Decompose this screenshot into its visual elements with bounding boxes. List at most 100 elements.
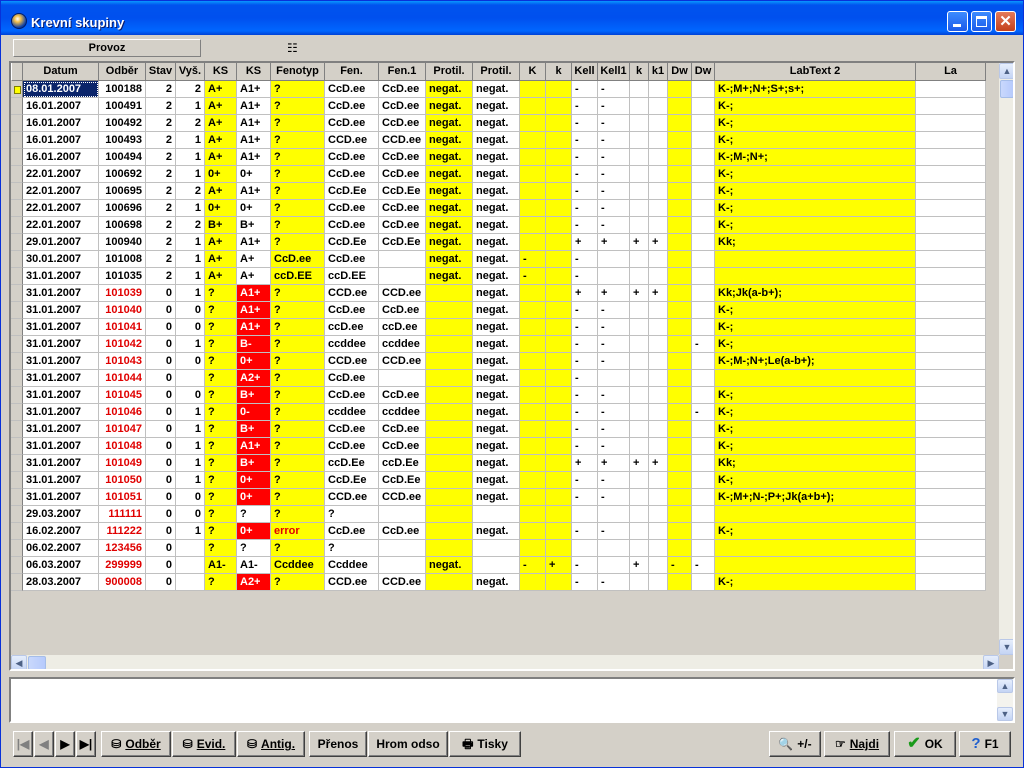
grid-cell[interactable]: CCD.ee (325, 132, 379, 149)
grid-cell[interactable]: 16.01.2007 (23, 115, 99, 132)
grid-cell[interactable]: 100188 (99, 81, 146, 98)
grid-cell[interactable]: ? (205, 472, 237, 489)
row-indicator[interactable] (11, 455, 23, 472)
grid-cell[interactable] (692, 302, 715, 319)
grid-cell[interactable]: negat. (426, 200, 473, 217)
grid-cell[interactable] (692, 438, 715, 455)
grid-cell[interactable]: K-; (715, 574, 916, 591)
grid-cell[interactable]: - (692, 404, 715, 421)
last-record-button[interactable]: ▶| (76, 731, 96, 757)
tisky-button[interactable]: 🖶 Tisky (449, 731, 521, 757)
grid-cell[interactable]: - (598, 200, 630, 217)
grid-cell[interactable] (520, 455, 546, 472)
column-header[interactable]: k1 (649, 63, 668, 81)
grid-cell[interactable] (520, 523, 546, 540)
grid-cell[interactable]: - (572, 353, 598, 370)
grid-cell[interactable] (649, 302, 668, 319)
grid-cell[interactable] (692, 506, 715, 523)
grid-cell[interactable]: + (572, 455, 598, 472)
grid-cell[interactable]: ? (271, 149, 325, 166)
grid-cell[interactable]: 1 (176, 268, 205, 285)
grid-cell[interactable]: ? (271, 370, 325, 387)
grid-cell[interactable] (379, 540, 426, 557)
grid-cell[interactable]: 22.01.2007 (23, 217, 99, 234)
grid-cell[interactable] (426, 404, 473, 421)
grid-cell[interactable]: 2 (146, 183, 176, 200)
grid-cell[interactable] (546, 149, 572, 166)
grid-cell[interactable]: + (649, 234, 668, 251)
zoom-button[interactable]: 🔍 +/- (769, 731, 821, 757)
grid-cell[interactable]: 101048 (99, 438, 146, 455)
grid-cell[interactable]: 0 (146, 489, 176, 506)
grid-cell[interactable]: negat. (473, 523, 520, 540)
grid-cell[interactable]: CcD.ee (379, 98, 426, 115)
grid-cell[interactable]: 1 (176, 149, 205, 166)
grid-cell[interactable]: CcD.ee (325, 438, 379, 455)
column-header[interactable]: Protil. (426, 63, 473, 81)
horizontal-scroll-thumb[interactable] (28, 656, 46, 669)
grid-cell[interactable] (916, 217, 986, 234)
grid-cell[interactable]: K-;M-;N+; (715, 149, 916, 166)
table-row[interactable]: 08.01.2007 100188 2 2 A+ A1+? CcD.ee CcD.ee nega… (11, 81, 999, 98)
grid-cell[interactable] (668, 574, 692, 591)
grid-cell[interactable]: negat. (473, 183, 520, 200)
grid-cell[interactable] (692, 115, 715, 132)
grid-cell[interactable]: negat. (473, 421, 520, 438)
grid-cell[interactable] (546, 98, 572, 115)
column-header[interactable]: Dw (692, 63, 715, 81)
grid-cell[interactable] (473, 557, 520, 574)
grid-cell[interactable] (426, 421, 473, 438)
grid-cell[interactable]: 101040 (99, 302, 146, 319)
grid-cell[interactable]: 2 (176, 81, 205, 98)
grid-cell[interactable]: 0 (146, 455, 176, 472)
grid-cell[interactable]: negat. (473, 455, 520, 472)
grid-cell[interactable] (649, 472, 668, 489)
table-row[interactable]: 31.01.2007 101042 0 1? B-? ccddee ccddee negat.… (11, 336, 999, 353)
grid-cell[interactable]: K-; (715, 183, 916, 200)
data-grid[interactable]: Datum Odběr Stav Vyš. KS KS Fenotyp Fen. Fen.1 Pr… (9, 61, 1015, 671)
grid-cell[interactable]: 31.01.2007 (23, 353, 99, 370)
grid-cell[interactable] (692, 489, 715, 506)
grid-cell[interactable] (916, 166, 986, 183)
column-header[interactable]: LabText 2 (715, 63, 916, 81)
grid-cell[interactable] (692, 132, 715, 149)
grid-cell[interactable]: CcD.Ee (379, 183, 426, 200)
grid-cell[interactable]: K-; (715, 438, 916, 455)
grid-cell[interactable]: 111222 (99, 523, 146, 540)
grid-cell[interactable] (426, 353, 473, 370)
grid-cell[interactable] (649, 540, 668, 557)
column-header[interactable]: La (916, 63, 986, 81)
grid-cell[interactable]: K-; (715, 200, 916, 217)
grid-cell[interactable]: CcD.ee (379, 200, 426, 217)
grid-cell[interactable] (916, 506, 986, 523)
grid-cell[interactable] (916, 98, 986, 115)
grid-cell[interactable]: A+ (205, 149, 237, 166)
grid-cell[interactable]: 1 (176, 472, 205, 489)
grid-cell[interactable]: ? (205, 353, 237, 370)
column-header[interactable]: Dw (668, 63, 692, 81)
grid-cell[interactable]: 0 (146, 370, 176, 387)
grid-cell[interactable]: ? (271, 472, 325, 489)
row-indicator[interactable] (11, 302, 23, 319)
prenos-button[interactable]: Přenos (309, 731, 367, 757)
grid-cell[interactable] (630, 183, 649, 200)
grid-cell[interactable]: - (598, 302, 630, 319)
table-row[interactable]: 16.01.2007 100494 2 1 A+ A1+? CcD.ee CcD.ee nega… (11, 149, 999, 166)
grid-cell[interactable]: negat. (473, 98, 520, 115)
grid-cell[interactable]: CcD.ee (325, 149, 379, 166)
grid-cell[interactable]: 06.02.2007 (23, 540, 99, 557)
grid-cell[interactable] (426, 387, 473, 404)
grid-cell[interactable]: - (520, 251, 546, 268)
grid-cell[interactable] (916, 387, 986, 404)
grid-cell[interactable] (668, 268, 692, 285)
grid-cell[interactable]: A+ (205, 234, 237, 251)
grid-cell[interactable] (426, 319, 473, 336)
tree-icon[interactable]: ☷ (287, 41, 303, 55)
grid-cell[interactable]: Kk; (715, 455, 916, 472)
grid-cell[interactable] (546, 489, 572, 506)
grid-cell[interactable] (176, 540, 205, 557)
table-row[interactable]: 30.01.2007 101008 2 1 A+ A+ CcD.ee CcD.ee negat.… (11, 251, 999, 268)
grid-cell[interactable] (546, 251, 572, 268)
grid-cell[interactable]: 31.01.2007 (23, 370, 99, 387)
grid-cell[interactable] (546, 404, 572, 421)
